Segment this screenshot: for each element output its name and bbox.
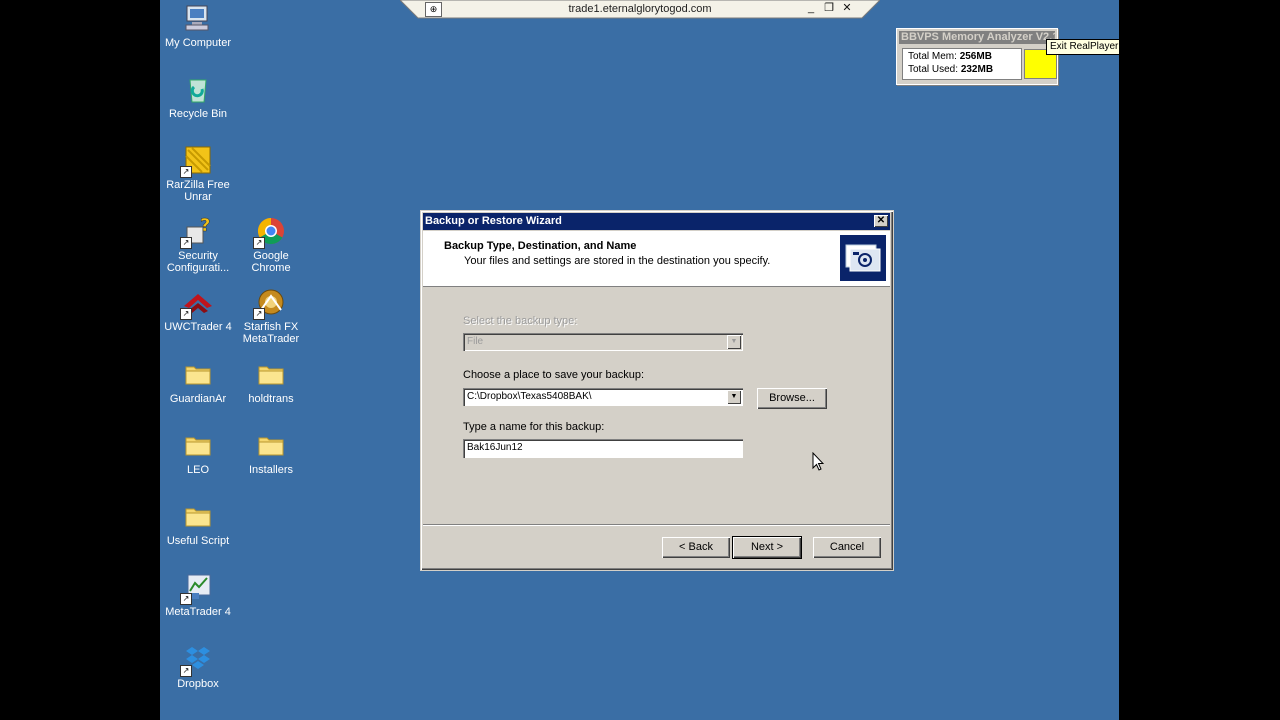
desktop-icon-my-computer[interactable]: My Computer [160,2,236,49]
shortcut-arrow-icon: ↗ [253,308,265,320]
backup-type-label: Select the backup type: [463,315,578,327]
desktop-icon-metatrader-4[interactable]: ↗ MetaTrader 4 [160,571,236,618]
backup-place-select[interactable]: C:\Dropbox\Texas5408BAK\ ▼ [463,388,743,406]
desktop-icon-label: Security Configurati... [166,250,230,274]
shortcut-arrow-icon: ↗ [180,665,192,677]
wizard-button-separator [423,524,890,526]
minimize-button[interactable]: _ [804,1,818,15]
backup-name-input[interactable]: Bak16Jun12 [463,439,743,458]
desktop-icon-security-configuration[interactable]: ? ↗ Security Configurati... [160,215,236,274]
shortcut-arrow-icon: ↗ [180,166,192,178]
shortcut-arrow-icon: ↗ [180,593,192,605]
memory-analyzer-title: BBVPS Memory Analyzer V2.1 [899,31,1055,44]
backup-type-value: File [467,336,484,347]
backup-wizard-icon [840,235,886,281]
total-used-value: 232MB [960,64,994,75]
desktop-icon-leo[interactable]: LEO [160,429,236,476]
desktop-icon-label: UWCTrader 4 [164,321,232,333]
total-mem-value: 256MB [959,51,992,62]
desktop-icon-label: holdtrans [248,393,294,405]
close-button[interactable]: ✕ [840,1,854,15]
desktop-icon-uwctrader[interactable]: ↗ UWCTrader 4 [160,286,236,333]
desktop-icon-label: Dropbox [177,678,219,690]
total-mem-label: Total Mem: [908,51,957,62]
cancel-button[interactable]: Cancel [813,537,881,558]
desktop-icon-label: Installers [248,464,294,476]
desktop-icon-recycle-bin[interactable]: Recycle Bin [160,73,236,120]
desktop-icon-installers[interactable]: Installers [233,429,309,476]
security-config-icon: ? ↗ [180,215,214,249]
dropbox-icon: ↗ [180,643,214,677]
folder-icon [182,358,214,390]
backup-name-value: Bak16Jun12 [467,442,523,453]
wizard-header-subtitle: Your files and settings are stored in th… [464,255,771,267]
memory-stats-panel: Total Mem: 256MB Total Used: 232MB [902,48,1022,80]
browse-button[interactable]: Browse... [757,388,827,409]
desktop-icon-label: Google Chrome [251,250,291,274]
chrome-icon: ↗ [253,215,287,249]
restore-button[interactable]: ❐ [822,1,836,15]
total-mem-row: Total Mem: 256MB [908,51,992,62]
desktop-icon-holdtrans[interactable]: holdtrans [233,358,309,405]
desktop-icon-label: RarZilla Free Unrar [166,179,230,203]
backup-type-select: File ▼ [463,333,743,351]
metatrader-icon: ↗ [180,571,214,605]
desktop-icon-label: Recycle Bin [168,108,228,120]
exit-realplayer-tooltip: Exit RealPlayer [1046,39,1119,55]
chevron-down-icon[interactable]: ▼ [727,390,741,404]
back-button[interactable]: < Back [662,537,730,558]
wizard-title: Backup or Restore Wizard [425,215,562,227]
folder-icon [255,429,287,461]
chevron-down-icon: ▼ [727,335,741,349]
backup-name-label: Type a name for this backup: [463,421,605,433]
desktop-icon-label: Starfish FX MetaTrader [242,321,300,345]
wizard-header: Backup Type, Destination, and Name Your … [423,231,890,287]
total-used-row: Total Used: 232MB [908,64,993,75]
next-button[interactable]: Next > [732,536,802,559]
desktop: ⊕ trade1.eternalglorytogod.com _ ❐ ✕ My … [160,0,1119,720]
desktop-icon-label: My Computer [164,37,232,49]
letterbox-right [1119,0,1280,720]
memory-analyzer-widget[interactable]: BBVPS Memory Analyzer V2.1 Total Mem: 25… [896,28,1058,85]
desktop-icon-label: GuardianAr [169,393,227,405]
shortcut-arrow-icon: ↗ [253,237,265,249]
uwctrader-icon: ↗ [180,286,214,320]
recycle-bin-icon [182,73,214,105]
desktop-icon-starfish-fx[interactable]: ↗ Starfish FX MetaTrader [233,286,309,345]
backup-place-label: Choose a place to save your backup: [463,369,645,381]
desktop-icon-label: Useful Script [166,535,230,547]
rdp-connection-bar: ⊕ trade1.eternalglorytogod.com _ ❐ ✕ [400,0,880,19]
metatrader-icon: ↗ [253,286,287,320]
shortcut-arrow-icon: ↗ [180,237,192,249]
desktop-icon-dropbox[interactable]: ↗ Dropbox [160,643,236,690]
desktop-icon-rarzilla[interactable]: ↗ RarZilla Free Unrar [160,144,236,203]
folder-icon [182,500,214,532]
desktop-icon-guardianar[interactable]: GuardianAr [160,358,236,405]
total-used-label: Total Used: [908,64,959,75]
computer-icon [182,2,214,34]
folder-icon [255,358,287,390]
archive-icon: ↗ [180,144,214,178]
shortcut-arrow-icon: ↗ [180,308,192,320]
backup-place-value: C:\Dropbox\Texas5408BAK\ [467,391,592,402]
mouse-cursor-icon [812,452,824,471]
desktop-icon-label: MetaTrader 4 [165,606,231,618]
desktop-icon-useful-script[interactable]: Useful Script [160,500,236,547]
folder-icon [182,429,214,461]
svg-text:?: ? [200,215,210,236]
wizard-titlebar[interactable]: Backup or Restore Wizard ✕ [423,213,890,230]
desktop-icon-label: LEO [186,464,209,476]
wizard-header-title: Backup Type, Destination, and Name [444,240,637,252]
desktop-icon-google-chrome[interactable]: ↗ Google Chrome [233,215,309,274]
backup-restore-wizard: Backup or Restore Wizard ✕ Backup Type, … [420,210,894,571]
close-icon[interactable]: ✕ [874,215,888,227]
